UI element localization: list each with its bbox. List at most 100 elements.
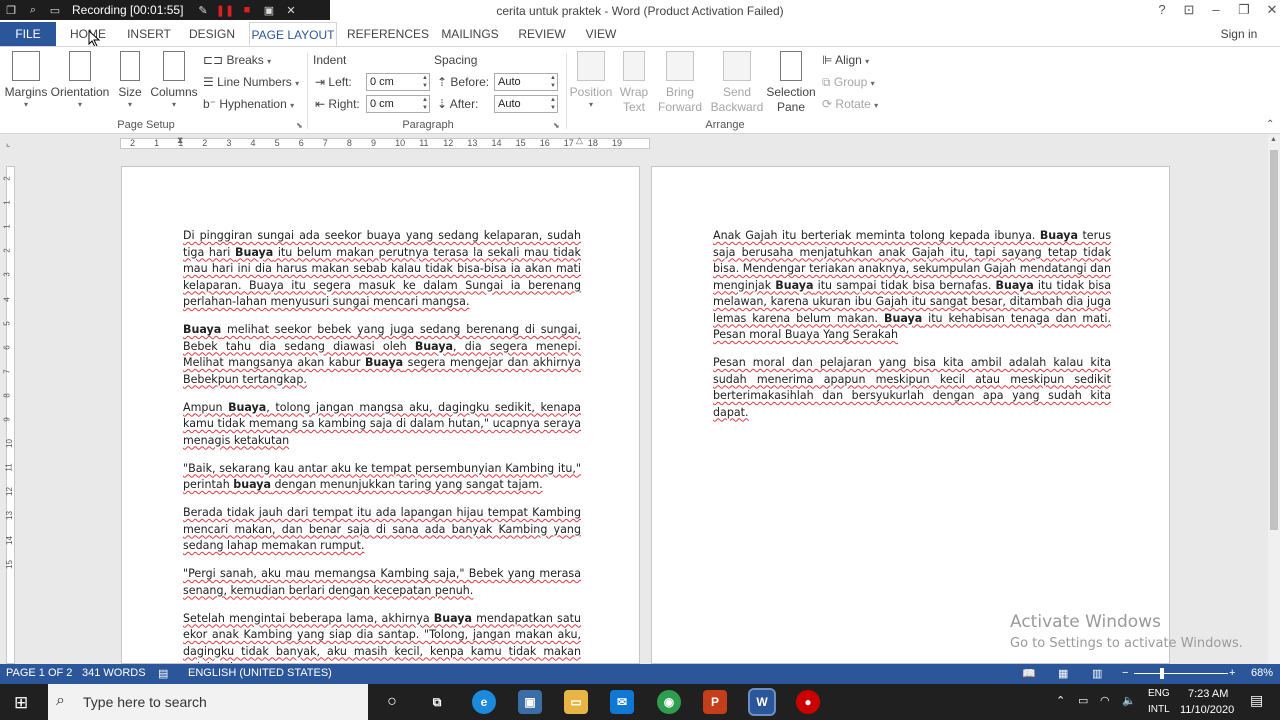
paragraph[interactable]: "Pergi sanah, aku mau memangsa Kambing s… [183,566,581,599]
volume-icon[interactable]: 🔈 [1122,694,1136,707]
paragraph[interactable]: Ampun Buaya, tolong jangan mangsa aku, d… [183,400,581,450]
minimize-button[interactable]: – [1202,2,1230,17]
paragraph[interactable]: Buaya melihat seekor bebek yang juga sed… [183,322,581,388]
line-numbers-button[interactable]: ☰ Line Numbers ▾ [203,75,299,89]
edge-icon[interactable]: e [472,690,496,714]
read-mode-icon[interactable]: 📖 [1022,667,1036,680]
page-2-body[interactable]: Anak Gajah itu berteriak meminta tolong … [713,228,1111,433]
proofing-icon[interactable]: ▤ [158,667,168,680]
scroll-up-icon[interactable]: ▲ [1270,136,1277,143]
powerpoint-icon[interactable]: P [703,690,727,714]
language-status[interactable]: ENGLISH (UNITED STATES) [188,667,332,679]
tab-insert[interactable]: INSERT [124,22,174,46]
clock-time[interactable]: 7:23 AM [1188,688,1228,700]
ruler-tick-label: 13 [4,511,14,521]
tray-chevron-icon[interactable]: ⌃ [1056,694,1065,707]
document-page-1[interactable]: Di pinggiran sungai ada seekor buaya yan… [121,166,640,664]
ruler-tick-label: 5 [2,320,12,326]
indent-right-input[interactable]: 0 cm ▲ ▼ [366,95,430,113]
indent-left-input[interactable]: 0 cm ▲ ▼ [366,73,430,91]
page-setup-launcher-icon[interactable]: ⬊ [296,121,303,130]
columns-button[interactable]: Columns ▾ [150,51,198,109]
tab-view[interactable]: VIEW [580,22,622,46]
rotate-button[interactable]: ⟳ Rotate ▾ [822,97,878,111]
tab-selector-icon[interactable]: ⌞ [6,138,10,149]
ruler-tick-label: 11 [419,138,429,148]
spinner-arrows-icon[interactable]: ▲ ▼ [422,96,428,112]
sign-in-link[interactable]: Sign in [1212,22,1266,46]
mail-icon[interactable]: ✉ [610,690,634,714]
battery-icon[interactable]: ▭ [1078,694,1088,707]
word-icon[interactable]: W [748,688,776,716]
input-layout[interactable]: INTL [1148,704,1170,715]
document-page-2[interactable]: Anak Gajah itu berteriak meminta tolong … [651,166,1170,664]
send-backward-button[interactable]: Send Backward [708,51,766,115]
hyphenation-button[interactable]: b⁻ Hyphenation ▾ [203,97,294,111]
tab-mailings[interactable]: MAILINGS [437,22,503,46]
maximize-button[interactable]: ❐ [1230,2,1258,18]
web-layout-icon[interactable]: ▥ [1092,667,1102,680]
notifications-icon[interactable]: ▤ [1250,692,1263,709]
store-icon[interactable]: ▣ [518,690,542,714]
paragraph[interactable]: Anak Gajah itu berteriak meminta tolong … [713,228,1111,344]
paragraph[interactable]: Berada tidak jauh dari tempat itu ada la… [183,505,581,555]
tab-references[interactable]: REFERENCES [347,22,429,46]
zoom-level[interactable]: 68% [1251,667,1273,679]
close-button[interactable]: ✕ [1258,2,1280,18]
clock-date[interactable]: 11/10/2020 [1180,704,1234,716]
spacing-before-input[interactable]: Auto ▲ ▼ [494,73,558,91]
paragraph[interactable]: Setelah mengintai beberapa lama, akhirny… [183,611,581,664]
position-button[interactable]: Position ▾ [568,51,614,109]
scrollbar-thumb[interactable] [1270,150,1278,530]
size-button[interactable]: Size ▾ [114,51,146,109]
task-view-icon[interactable]: ⧉ [425,690,449,714]
help-icon[interactable]: ? [1148,2,1176,17]
spinner-arrows-icon[interactable]: ▲ ▼ [550,96,556,112]
right-indent-marker-icon[interactable]: △ [576,135,583,146]
ruler-tick-label: 2 [2,176,12,181]
page-count[interactable]: PAGE 1 OF 2 [6,667,72,679]
spinner-arrows-icon[interactable]: ▲ ▼ [422,74,428,90]
cortana-icon[interactable]: ○ [380,690,404,714]
bring-forward-button[interactable]: Bring Forward [654,51,706,115]
spinner-arrows-icon[interactable]: ▲ ▼ [550,74,556,90]
group-button[interactable]: ⧉ Group ▾ [822,75,875,90]
tab-page-layout[interactable]: PAGE LAYOUT [249,22,337,46]
wifi-icon[interactable]: ◠ [1100,694,1110,707]
align-button[interactable]: ⊫ Align ▾ [822,53,869,67]
print-layout-icon[interactable]: ▦ [1058,667,1068,680]
windows-start-icon[interactable]: ⊞ [14,693,28,713]
zoom-in-icon[interactable]: + [1229,667,1235,679]
spacing-after-input[interactable]: Auto ▲ ▼ [494,95,558,113]
paragraph[interactable]: Di pinggiran sungai ada seekor buaya yan… [183,228,581,311]
tab-design[interactable]: DESIGN [186,22,238,46]
margins-button[interactable]: Margins ▾ [4,51,48,109]
orientation-button[interactable]: Orientation ▾ [50,51,110,109]
vertical-scrollbar[interactable]: ▲ [1268,134,1280,664]
breaks-button[interactable]: ⊏⊐ Breaks ▾ [203,53,271,67]
file-explorer-icon[interactable]: ▭ [564,690,588,714]
ribbon-display-icon[interactable]: ⊡ [1175,2,1203,18]
zoom-out-icon[interactable]: − [1122,667,1128,679]
page-1-body[interactable]: Di pinggiran sungai ada seekor buaya yan… [183,228,581,664]
zoom-slider[interactable] [1134,673,1228,674]
chrome-icon[interactable]: ◉ [657,690,681,714]
selection-pane-button[interactable]: Selection Pane [766,51,816,115]
bold-text: Buaya [234,245,274,259]
paragraph-launcher-icon[interactable]: ⬊ [553,121,560,130]
tab-file[interactable]: FILE [0,22,56,46]
taskbar-search-box[interactable]: ⌕ Type here to search [48,684,368,720]
tab-review[interactable]: REVIEW [514,22,570,46]
zoom-slider-thumb[interactable] [1160,668,1164,679]
word-count[interactable]: 341 WORDS [82,667,146,679]
collapse-ribbon-icon[interactable]: ⌃ [1266,119,1274,130]
ruler-tick-label: 11 [4,463,14,472]
recorder-icon[interactable]: ● [796,690,820,714]
bold-text: Buaya [364,356,404,369]
ruler-tick-label: 15 [4,559,14,569]
paragraph[interactable]: "Baik, sekarang kau antar aku ke tempat … [183,461,581,494]
paragraph[interactable]: Pesan moral dan pelajaran yang bisa kita… [713,355,1111,421]
input-language[interactable]: ENG [1148,688,1170,699]
indent-marker-icon[interactable]: ⧗ [177,135,183,146]
wrap-text-button[interactable]: Wrap Text [616,51,652,115]
